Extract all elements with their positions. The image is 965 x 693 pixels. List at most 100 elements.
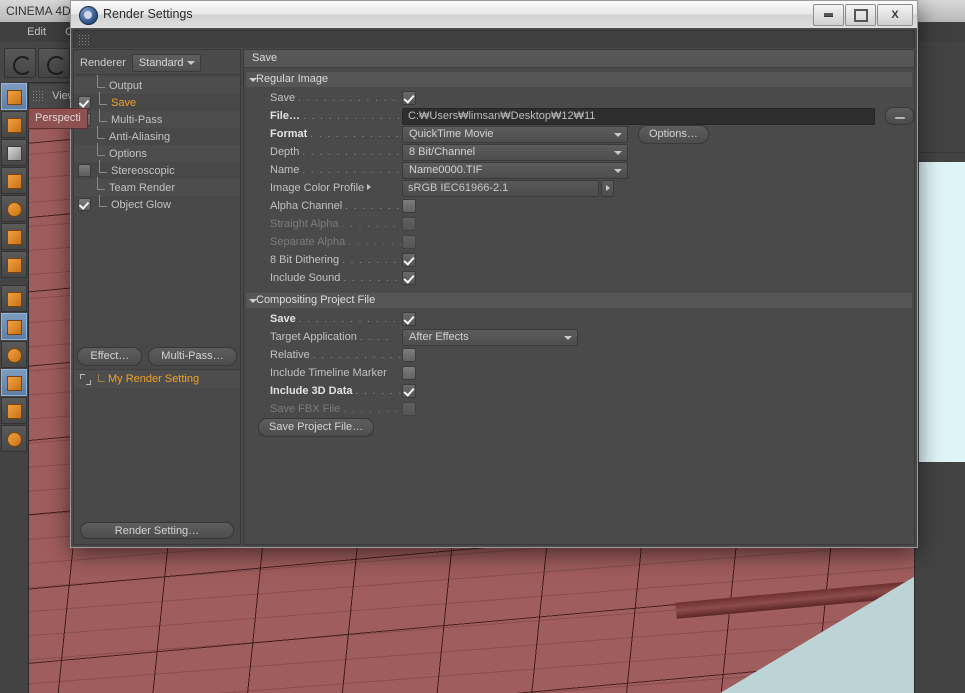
tool-icon-scene[interactable]: [1, 369, 27, 396]
tree-label-objectglow[interactable]: Object Glow: [95, 194, 171, 211]
checkbox-comp-save[interactable]: [402, 312, 416, 326]
label-save: Save. . . . . . . . . . . . . .: [270, 92, 402, 104]
depth-dropdown[interactable]: 8 Bit/Channel: [402, 143, 628, 161]
left-pane: Renderer Standard Output Save Multi-Pass: [73, 49, 241, 545]
render-setting-name[interactable]: My Render Setting: [96, 373, 199, 385]
checkbox-include-3d-data[interactable]: [402, 384, 416, 398]
checkbox-include-sound[interactable]: [402, 271, 416, 285]
checkbox-alpha-channel[interactable]: [402, 199, 416, 213]
checkbox-save-fbx-file: [402, 402, 416, 416]
target-application-dropdown[interactable]: After Effects: [402, 328, 578, 346]
minimize-button[interactable]: [813, 4, 844, 26]
tool-icon-scale[interactable]: [1, 167, 27, 194]
checkbox-relative[interactable]: [402, 348, 416, 362]
group-header-compositing-project-file[interactable]: Compositing Project File: [246, 293, 912, 308]
tree-label-save[interactable]: Save: [95, 91, 136, 109]
c4d-app-icon: [79, 6, 98, 25]
window-controls[interactable]: X: [812, 4, 913, 26]
tree-item-stereoscopic[interactable]: Stereoscopic: [74, 159, 240, 179]
render-setting-button-row: Render Setting…: [74, 518, 240, 544]
tool-icon-deformer[interactable]: [1, 341, 27, 368]
tree-checkbox-antialiasing: [78, 131, 89, 142]
checkbox-separate-alpha: [402, 235, 416, 249]
right-panel-segment-top: [915, 42, 965, 153]
tree-label-output[interactable]: Output: [93, 74, 142, 92]
row-include-sound: Include Sound. . . . . . . .: [244, 269, 914, 287]
tool-icon-rotate[interactable]: [1, 195, 27, 222]
save-project-file-button[interactable]: Save Project File…: [258, 417, 375, 437]
tree-label-stereoscopic[interactable]: Stereoscopic: [95, 159, 175, 177]
group-header-regular-image[interactable]: Regular Image: [246, 72, 912, 87]
close-button[interactable]: X: [877, 4, 913, 26]
right-panel-area[interactable]: [914, 42, 965, 693]
row-comp-save: Save. . . . . . . . . . . . . .: [244, 310, 914, 328]
tool-icon-light[interactable]: [1, 425, 27, 452]
row-include-timeline-marker: Include Timeline Marker: [244, 364, 914, 382]
row-save-fbx-file: Save FBX File. . . . . . . . .: [244, 400, 914, 418]
file-browse-button[interactable]: [884, 107, 914, 125]
row-depth: Depth. . . . . . . . . . . . . 8 Bit/Cha…: [244, 143, 914, 161]
label-include-3d-data: Include 3D Data. . . . . .: [270, 385, 402, 397]
label-file: File…. . . . . . . . . . . .: [270, 110, 402, 122]
rail-divider: [0, 279, 28, 284]
redo-icon[interactable]: [38, 48, 70, 78]
right-pane: Save Regular Image Save. . . . . . . . .…: [243, 49, 915, 545]
tree-item-multipass[interactable]: Multi-Pass: [74, 108, 240, 128]
label-target-application: Target Application. . . .: [270, 331, 390, 343]
menu-item-edit[interactable]: Edit: [19, 22, 54, 42]
checkbox-save[interactable]: [402, 91, 416, 105]
tree-label-options[interactable]: Options: [93, 142, 147, 160]
label-depth: Depth. . . . . . . . . . . . .: [270, 146, 402, 158]
tool-icon-move[interactable]: [1, 111, 27, 138]
checkbox-include-timeline-marker[interactable]: [402, 366, 416, 380]
name-dropdown[interactable]: Name0000.TIF: [402, 161, 628, 179]
row-straight-alpha: Straight Alpha. . . . . . . .: [244, 215, 914, 233]
image-color-profile-arrow-button[interactable]: [601, 179, 614, 197]
tree-checkbox-teamrender: [78, 182, 89, 193]
tree-item-teamrender[interactable]: Team Render: [74, 176, 240, 196]
tree-label-antialiasing[interactable]: Anti-Aliasing: [93, 125, 170, 143]
undo-icon[interactable]: [4, 48, 36, 78]
maximize-button[interactable]: [845, 4, 876, 26]
tree-checkbox-stereoscopic[interactable]: [78, 164, 91, 177]
viewport-grip-icon[interactable]: [32, 90, 44, 101]
viewport-label-perspective[interactable]: Perspecti: [28, 108, 88, 129]
toolbar-grip-icon[interactable]: [78, 34, 90, 45]
tool-icon-cube[interactable]: [1, 223, 27, 250]
effect-button[interactable]: Effect…: [77, 347, 143, 366]
tree-label-multipass[interactable]: Multi-Pass: [95, 108, 162, 126]
left-pane-bottom-spacer: [74, 388, 240, 518]
window-toolbar[interactable]: [73, 30, 915, 48]
tool-icon-live-selection[interactable]: [1, 83, 27, 110]
tool-icon-primitive[interactable]: [1, 251, 27, 278]
left-pane-spacer: [74, 213, 240, 343]
window-titlebar[interactable]: Render Settings X: [71, 1, 917, 29]
render-setting-button[interactable]: Render Setting…: [80, 522, 234, 539]
row-save-project-file-button: Save Project File…: [244, 417, 914, 437]
label-alpha-channel: Alpha Channel. . . . . . .: [270, 200, 401, 212]
tool-rail[interactable]: [0, 82, 29, 693]
tool-icon-generator[interactable]: [1, 313, 27, 340]
render-settings-window[interactable]: Render Settings X Renderer Standard Outp: [70, 0, 918, 548]
tree-item-objectglow[interactable]: Object Glow: [74, 194, 240, 213]
renderer-label: Renderer: [80, 57, 126, 69]
format-dropdown[interactable]: QuickTime Movie: [402, 125, 628, 143]
tool-icon-spline[interactable]: [1, 285, 27, 312]
tool-icon-camera[interactable]: [1, 397, 27, 424]
tool-icon-render-region[interactable]: [1, 139, 27, 166]
tree-checkbox-objectglow[interactable]: [78, 198, 91, 211]
label-8bit-dithering: 8 Bit Dithering. . . . . . .: [270, 254, 398, 266]
tree-item-antialiasing[interactable]: Anti-Aliasing: [74, 125, 240, 145]
file-path-input[interactable]: C:₩Users₩limsan₩Desktop₩12₩11: [402, 107, 875, 125]
multipass-button[interactable]: Multi-Pass…: [148, 347, 237, 366]
renderer-dropdown[interactable]: Standard: [131, 54, 201, 72]
checkbox-8bit-dithering[interactable]: [402, 253, 416, 267]
tree-checkbox-output: [78, 80, 89, 91]
settings-tree[interactable]: Output Save Multi-Pass Anti-Aliasing Opt…: [74, 74, 240, 213]
row-save: Save. . . . . . . . . . . . . .: [244, 89, 914, 107]
format-options-button[interactable]: Options…: [638, 124, 709, 144]
render-setting-icon: [80, 373, 91, 385]
render-setting-row[interactable]: My Render Setting: [74, 369, 240, 388]
tree-label-teamrender[interactable]: Team Render: [93, 176, 175, 194]
image-color-profile-field[interactable]: sRGB IEC61966-2.1: [402, 179, 599, 197]
